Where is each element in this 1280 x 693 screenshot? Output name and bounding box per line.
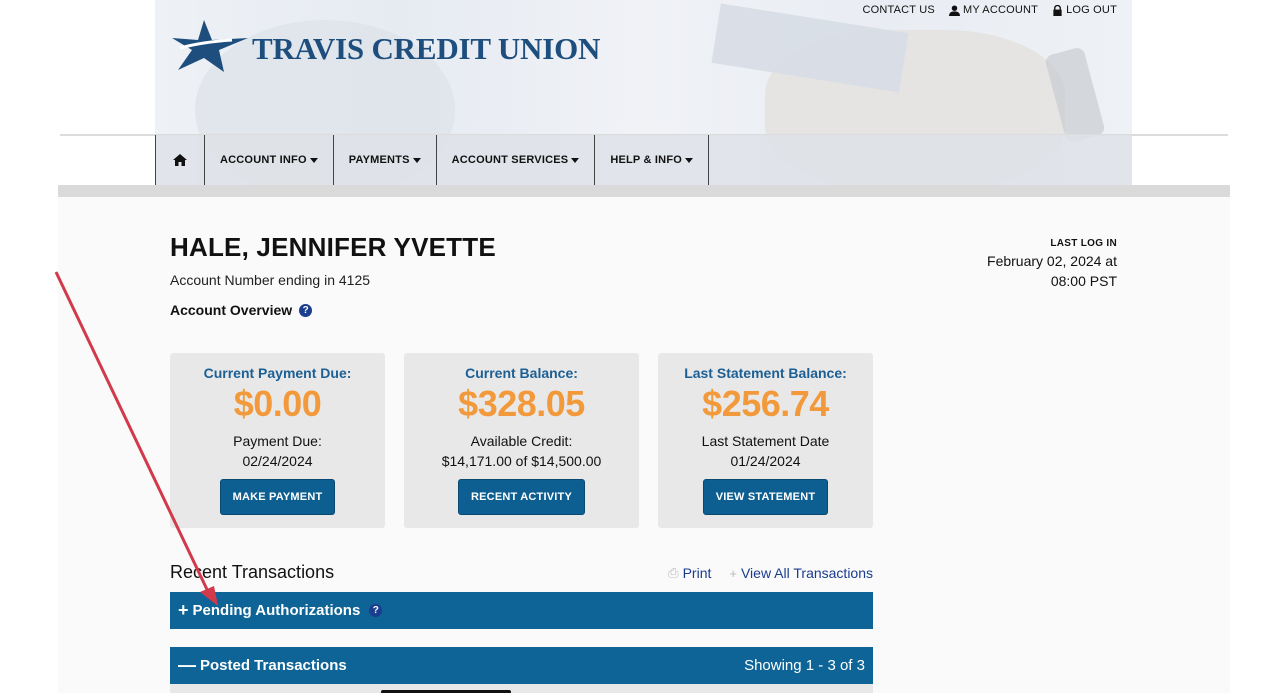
view-all-label: View All Transactions	[740, 565, 873, 581]
nav-home[interactable]	[155, 135, 205, 185]
log-out-link[interactable]: LOG OUT	[1052, 4, 1117, 16]
plus-icon: +	[729, 565, 737, 581]
nav-account-services-label: ACCOUNT SERVICES	[451, 154, 569, 166]
star-logo-icon	[172, 20, 248, 72]
nav-help-info[interactable]: HELP & INFO	[595, 135, 709, 185]
help-icon[interactable]: ?	[369, 604, 383, 617]
make-payment-button[interactable]: MAKE PAYMENT	[219, 479, 336, 515]
transaction-links: ⎙ Print + View All Transactions	[668, 565, 873, 581]
print-label: Print	[682, 565, 712, 581]
nav-payments[interactable]: PAYMENTS	[334, 135, 437, 185]
caret-down-icon	[571, 157, 580, 163]
lock-icon	[1053, 4, 1062, 16]
recent-activity-button[interactable]: RECENT ACTIVITY	[458, 479, 585, 515]
brand-name: TRAVIS CREDIT UNION	[252, 31, 601, 66]
current-balance-card: Current Balance: $328.05 Available Credi…	[404, 353, 639, 528]
payment-due-card: Current Payment Due: $0.00 Payment Due: …	[170, 353, 385, 528]
card-sub-value: 01/24/2024	[730, 453, 801, 469]
main-nav: ACCOUNT INFO PAYMENTS ACCOUNT SERVICES H…	[155, 135, 1132, 185]
print-link[interactable]: ⎙ Print	[668, 565, 711, 581]
view-all-transactions-link[interactable]: + View All Transactions	[729, 565, 873, 581]
nav-payments-label: PAYMENTS	[348, 154, 410, 166]
nav-account-info-label: ACCOUNT INFO	[220, 154, 307, 166]
caret-down-icon	[685, 157, 693, 163]
account-overview-heading: Account Overview ?	[170, 302, 313, 318]
recent-transactions-title: Recent Transactions	[170, 562, 335, 582]
card-amount: $256.74	[702, 383, 829, 424]
last-login-time: 08:00 PST	[1050, 273, 1117, 289]
posted-transactions-toggle[interactable]: — Posted Transactions Showing 1 - 3 of 3	[170, 647, 873, 684]
last-login: LAST LOG IN February 02, 2024 at 08:00 P…	[987, 238, 1117, 291]
card-sub-value: $14,171.00 of $14,500.00	[441, 453, 602, 469]
card-title: Last Statement Balance:	[684, 365, 847, 381]
brand-logo[interactable]: TRAVIS CREDIT UNION	[172, 18, 600, 74]
card-title: Current Payment Due:	[203, 365, 352, 381]
caret-down-icon	[309, 157, 318, 163]
help-icon[interactable]: ?	[299, 303, 313, 317]
card-sub-label: Available Credit:	[470, 433, 573, 449]
last-login-label: LAST LOG IN	[1050, 238, 1117, 249]
contact-us-link[interactable]: CONTACT US	[862, 4, 935, 16]
card-amount: $0.00	[233, 383, 322, 424]
caret-down-icon	[412, 157, 421, 163]
pending-authorizations-label: Pending Authorizations	[192, 602, 361, 619]
printer-icon: ⎙	[668, 565, 679, 580]
account-number: Account Number ending in 4125	[170, 272, 371, 288]
pending-authorizations-toggle[interactable]: + Pending Authorizations ?	[170, 592, 873, 629]
plus-icon: +	[178, 600, 189, 620]
posted-transactions-label: Posted Transactions	[200, 657, 347, 674]
card-title: Current Balance:	[465, 365, 578, 381]
user-icon	[948, 4, 960, 16]
my-account-link[interactable]: MY ACCOUNT	[948, 4, 1039, 16]
log-out-label: LOG OUT	[1066, 4, 1117, 16]
account-overview-label: Account Overview	[170, 302, 293, 318]
last-statement-card: Last Statement Balance: $256.74 Last Sta…	[658, 353, 873, 528]
nav-help-info-label: HELP & INFO	[610, 154, 682, 166]
card-amount: $328.05	[458, 383, 585, 424]
nav-underbar	[58, 185, 1230, 197]
card-sub-label: Payment Due:	[233, 433, 322, 449]
nav-account-services[interactable]: ACCOUNT SERVICES	[437, 135, 596, 185]
card-sub-value: 02/24/2024	[242, 453, 313, 469]
view-statement-button[interactable]: VIEW STATEMENT	[702, 479, 829, 515]
account-holder-name: HALE, JENNIFER YVETTE	[170, 232, 496, 262]
showing-count: Showing 1 - 3 of 3	[744, 657, 865, 674]
contact-us-label: CONTACT US	[862, 4, 935, 16]
minus-icon: —	[178, 655, 196, 675]
home-icon	[173, 154, 187, 166]
my-account-label: MY ACCOUNT	[962, 4, 1039, 16]
last-login-date: February 02, 2024 at	[987, 253, 1117, 269]
utility-nav: CONTACT US MY ACCOUNT LOG OUT	[862, 4, 1117, 16]
posted-table-header	[170, 684, 873, 693]
nav-account-info[interactable]: ACCOUNT INFO	[205, 135, 334, 185]
card-sub-label: Last Statement Date	[701, 433, 830, 449]
